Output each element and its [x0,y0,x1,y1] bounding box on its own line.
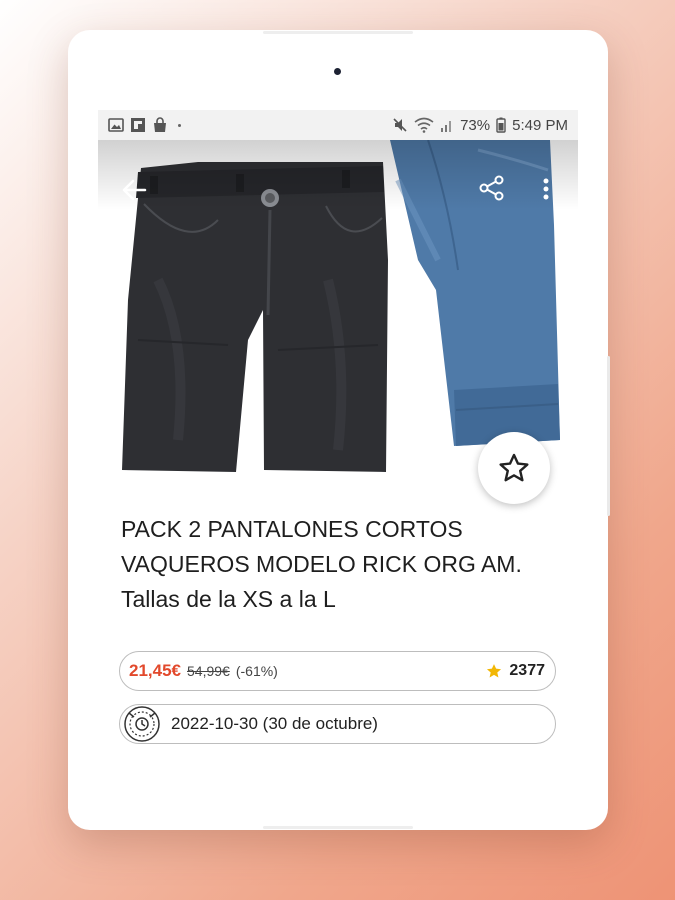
battery-icon [496,117,506,133]
back-arrow-icon[interactable] [120,176,148,204]
mute-icon [393,118,407,132]
favorite-button[interactable] [478,432,550,504]
shopping-bag-notification-icon [154,117,166,132]
rating-count: 2377 [509,662,545,679]
rating: 2377 [485,662,545,680]
product-image[interactable] [98,140,578,480]
image-gradient-overlay [98,140,578,210]
price-row: 21,45€ 54,99€ (-61%) 2377 [119,651,556,691]
tablet-frame: 73% 5:49 PM PACK 2 PANTALONES CORTOS VAQ… [68,30,610,830]
discount-percent: (-61%) [235,663,278,679]
gallery-notification-icon [108,118,124,132]
battery-percent: 73% [460,116,491,134]
date-row: 2022-10-30 (30 de octubre) [119,704,556,744]
tablet-edge [263,826,413,829]
star-filled-icon [487,664,502,678]
star-outline-icon [499,453,529,482]
event-date: 2022-10-30 (30 de octubre) [171,714,378,733]
clock: 5:49 PM [512,116,568,134]
tablet-edge [263,31,413,34]
current-price: 21,45€ [129,661,181,680]
notification-dot [178,123,181,127]
status-bar: 73% 5:49 PM [98,110,578,140]
signal-icon [441,121,452,132]
flipboard-notification-icon [131,118,145,132]
front-camera [334,68,341,75]
side-button [607,356,610,516]
more-vert-icon[interactable] [540,176,552,204]
share-icon[interactable] [478,174,506,202]
calendar-clock-icon [124,706,160,742]
product-title: PACK 2 PANTALONES CORTOS VAQUEROS MODELO… [121,516,522,612]
app-screen: 73% 5:49 PM PACK 2 PANTALONES CORTOS VAQ… [98,110,578,750]
wifi-icon [414,117,434,133]
original-price: 54,99€ [187,663,230,679]
